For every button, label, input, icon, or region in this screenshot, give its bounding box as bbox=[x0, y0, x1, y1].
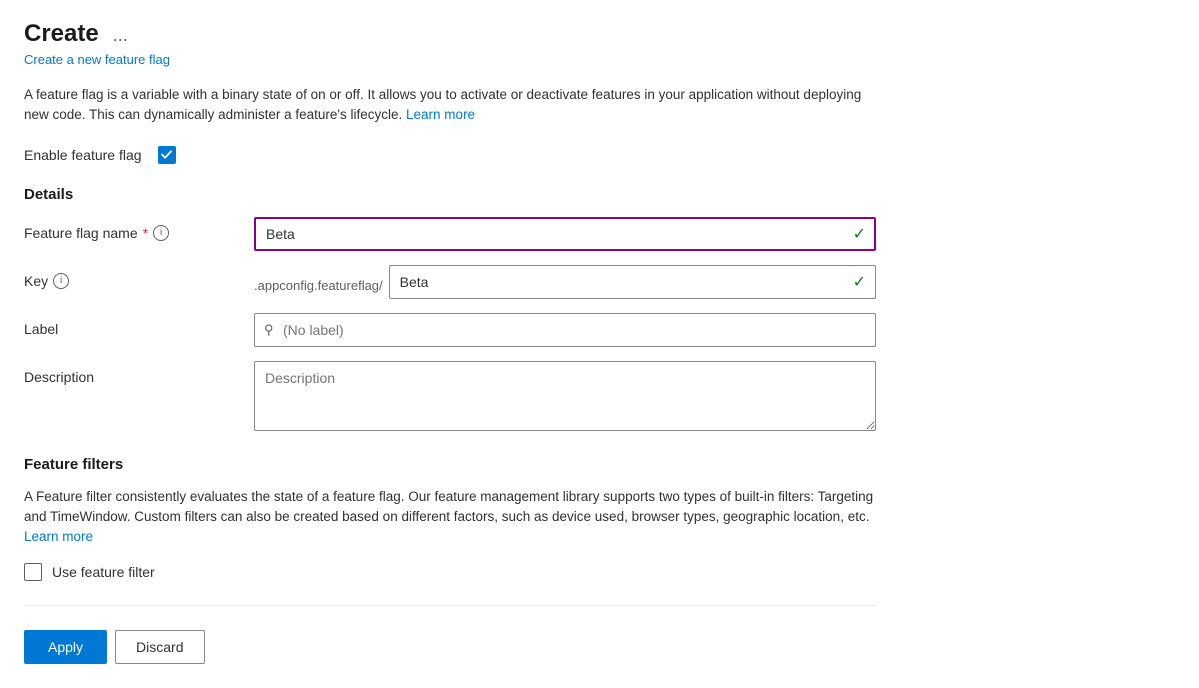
description-input-wrapper bbox=[254, 361, 876, 434]
subtitle-link[interactable]: Create a new feature flag bbox=[24, 52, 876, 67]
header-row: Create ... bbox=[24, 20, 876, 48]
description-label: Description bbox=[24, 361, 254, 385]
label-row: Label ⚲ bbox=[24, 313, 876, 347]
feature-flag-name-input-wrapper: ✓ bbox=[254, 217, 876, 251]
label-search-icon: ⚲ bbox=[264, 322, 274, 338]
label-field-container: ⚲ bbox=[254, 313, 876, 347]
page-title: Create bbox=[24, 20, 99, 48]
description-text: A feature flag is a variable with a bina… bbox=[24, 85, 876, 126]
label-input[interactable] bbox=[254, 313, 876, 347]
key-info-icon[interactable]: i bbox=[53, 273, 69, 289]
key-label: Key i bbox=[24, 265, 254, 289]
key-field-container: ✓ bbox=[389, 265, 876, 299]
required-star: * bbox=[143, 225, 148, 241]
learn-more-link-1[interactable]: Learn more bbox=[406, 107, 475, 122]
more-options-button[interactable]: ... bbox=[113, 25, 128, 46]
action-divider bbox=[24, 605, 876, 606]
enable-feature-flag-row: Enable feature flag bbox=[24, 146, 876, 164]
key-prefix: .appconfig.featureflag/ bbox=[254, 270, 389, 293]
action-bar: Apply Discard bbox=[24, 622, 876, 664]
key-input[interactable] bbox=[389, 265, 876, 299]
learn-more-link-2[interactable]: Learn more bbox=[24, 529, 93, 544]
feature-flag-name-input-container: ✓ bbox=[254, 217, 876, 251]
key-check-icon: ✓ bbox=[853, 272, 866, 292]
feature-filters-description: A Feature filter consistently evaluates … bbox=[24, 487, 876, 548]
key-input-container: .appconfig.featureflag/ ✓ bbox=[254, 265, 876, 299]
apply-button[interactable]: Apply bbox=[24, 630, 107, 664]
use-feature-filter-checkbox[interactable] bbox=[24, 563, 42, 581]
key-input-wrapper: .appconfig.featureflag/ ✓ bbox=[254, 265, 876, 299]
use-feature-filter-label: Use feature filter bbox=[52, 564, 155, 580]
label-label: Label bbox=[24, 313, 254, 337]
enable-feature-flag-label: Enable feature flag bbox=[24, 147, 142, 163]
feature-flag-name-row: Feature flag name * i ✓ bbox=[24, 217, 876, 251]
feature-filters-section-title: Feature filters bbox=[24, 456, 876, 473]
feature-flag-name-label: Feature flag name * i bbox=[24, 217, 254, 241]
page-container: Create ... Create a new feature flag A f… bbox=[0, 0, 900, 688]
discard-button[interactable]: Discard bbox=[115, 630, 204, 664]
label-input-wrapper: ⚲ bbox=[254, 313, 876, 347]
enable-feature-flag-checkbox[interactable] bbox=[158, 146, 176, 164]
details-section-title: Details bbox=[24, 186, 876, 203]
key-row: Key i .appconfig.featureflag/ ✓ bbox=[24, 265, 876, 299]
use-feature-filter-row: Use feature filter bbox=[24, 563, 876, 581]
feature-flag-name-check-icon: ✓ bbox=[853, 224, 866, 244]
description-row: Description bbox=[24, 361, 876, 434]
feature-flag-name-input[interactable] bbox=[254, 217, 876, 251]
description-input[interactable] bbox=[254, 361, 876, 431]
feature-flag-name-info-icon[interactable]: i bbox=[153, 225, 169, 241]
